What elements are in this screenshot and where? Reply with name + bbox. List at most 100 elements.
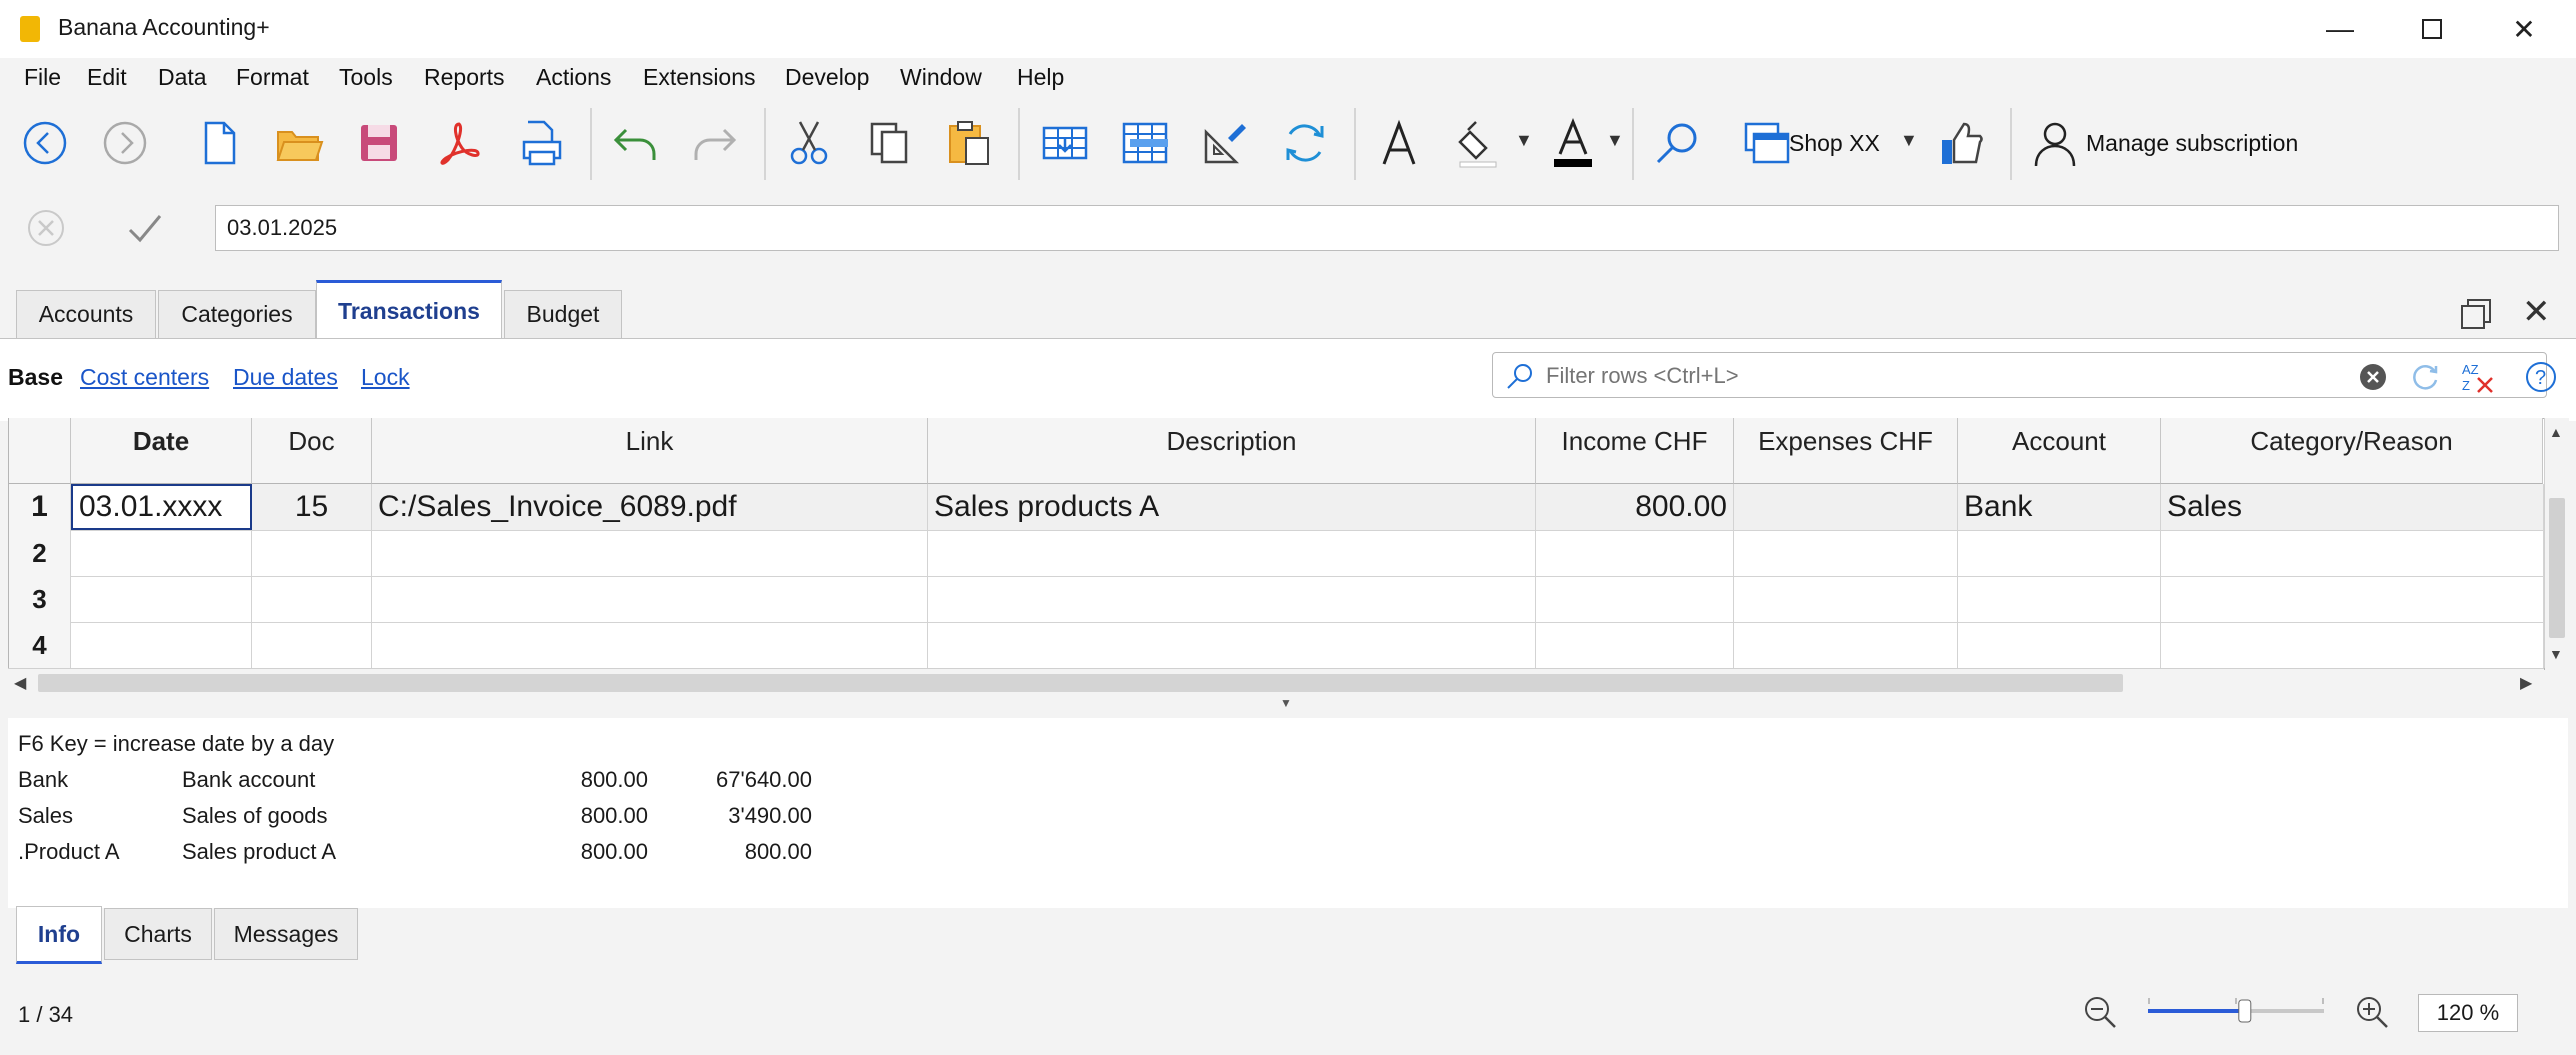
menu-actions[interactable]: Actions (536, 64, 611, 91)
tab-accounts[interactable]: Accounts (16, 290, 156, 338)
cell-description[interactable] (928, 622, 1536, 668)
cell-account[interactable]: Bank (1958, 484, 2161, 530)
tab-charts[interactable]: Charts (104, 908, 212, 960)
manage-subscription-label[interactable]: Manage subscription (2086, 130, 2298, 157)
column-header-account[interactable]: Account (1958, 418, 2161, 484)
forward-icon[interactable] (92, 110, 158, 176)
cell-account[interactable] (1958, 530, 2161, 576)
column-header-date[interactable]: Date (71, 418, 252, 484)
tab-categories[interactable]: Categories (158, 290, 316, 338)
zoom-in-icon[interactable] (2354, 994, 2390, 1030)
cell-date[interactable] (71, 622, 252, 668)
paste-icon[interactable] (936, 110, 1002, 176)
scroll-left-icon[interactable]: ◀ (14, 673, 26, 693)
horizontal-scroll-thumb[interactable] (38, 674, 2123, 692)
cell-link[interactable] (372, 576, 928, 622)
fill-color-icon[interactable] (1448, 110, 1514, 176)
cell-doc[interactable]: 15 (252, 484, 372, 530)
table-row[interactable]: 1 03.01.xxxx 15 C:/Sales_Invoice_6089.pd… (9, 484, 2544, 531)
cell-category[interactable]: Sales (2161, 484, 2544, 530)
tab-messages[interactable]: Messages (214, 908, 358, 960)
cell-expenses[interactable] (1734, 576, 1958, 622)
table-row[interactable]: 3 (9, 576, 2544, 623)
recalculate-icon[interactable] (1272, 110, 1338, 176)
column-header-expenses[interactable]: Expenses CHF (1734, 418, 1958, 484)
cell-doc[interactable] (252, 530, 372, 576)
help-icon[interactable]: ? (2524, 360, 2558, 394)
scroll-up-icon[interactable]: ▲ (2549, 424, 2563, 440)
shop-dropdown-icon[interactable]: ▼ (1900, 130, 1918, 151)
vertical-scrollbar[interactable]: ▲ ▼ (2544, 418, 2569, 668)
cell-category[interactable] (2161, 576, 2544, 622)
copy-icon[interactable] (856, 110, 922, 176)
sort-clear-icon[interactable]: AZ Z (2460, 360, 2496, 394)
cell-income[interactable] (1536, 530, 1734, 576)
column-header-description[interactable]: Description (928, 418, 1536, 484)
cell-description[interactable] (928, 530, 1536, 576)
cell-description[interactable] (928, 576, 1536, 622)
print-preview-icon[interactable] (508, 110, 574, 176)
menu-extensions[interactable]: Extensions (643, 64, 756, 91)
cancel-edit-icon[interactable] (26, 208, 66, 248)
cell-doc[interactable] (252, 576, 372, 622)
open-folder-icon[interactable] (266, 110, 332, 176)
splitter-handle-icon[interactable]: ▼ (1280, 696, 1292, 710)
thumbs-up-icon[interactable] (1928, 110, 1994, 176)
cell-link[interactable] (372, 622, 928, 668)
column-header-category[interactable]: Category/Reason (2161, 418, 2543, 484)
search-icon[interactable] (1644, 110, 1710, 176)
menu-reports[interactable]: Reports (424, 64, 505, 91)
minimize-icon[interactable]: — (2310, 8, 2370, 50)
column-header-doc[interactable]: Doc (252, 418, 372, 484)
shop-dropdown-label[interactable]: Shop XX (1789, 130, 1880, 157)
cell-account[interactable] (1958, 622, 2161, 668)
zoom-slider[interactable] (2148, 996, 2324, 1026)
cell-link[interactable] (372, 530, 928, 576)
menu-tools[interactable]: Tools (339, 64, 393, 91)
cell-category[interactable] (2161, 622, 2544, 668)
text-color-dropdown-icon[interactable]: ▼ (1606, 130, 1624, 151)
menu-help[interactable]: Help (1017, 64, 1064, 91)
cell-expenses[interactable] (1734, 484, 1958, 530)
menu-data[interactable]: Data (158, 64, 207, 91)
cell-link[interactable]: C:/Sales_Invoice_6089.pdf (372, 484, 928, 530)
clear-filter-icon[interactable] (2358, 362, 2388, 392)
tab-transactions[interactable]: Transactions (316, 280, 502, 340)
new-file-icon[interactable] (186, 110, 252, 176)
fill-color-dropdown-icon[interactable]: ▼ (1515, 130, 1533, 151)
menu-edit[interactable]: Edit (87, 64, 127, 91)
menu-format[interactable]: Format (236, 64, 309, 91)
horizontal-scrollbar[interactable]: ◀ ▶ (8, 668, 2544, 697)
cell-income[interactable] (1536, 622, 1734, 668)
text-color-icon[interactable] (1540, 110, 1606, 176)
cell-doc[interactable] (252, 622, 372, 668)
scroll-right-icon[interactable]: ▶ (2520, 673, 2532, 693)
pdf-icon[interactable] (426, 110, 492, 176)
vertical-scroll-thumb[interactable] (2549, 498, 2565, 638)
column-header-income[interactable]: Income CHF (1536, 418, 1734, 484)
cell-income[interactable] (1536, 576, 1734, 622)
subview-lock[interactable]: Lock (361, 364, 410, 391)
close-window-icon[interactable]: ✕ (2494, 8, 2554, 50)
cell-edit-input[interactable]: 03.01.2025 (215, 205, 2559, 251)
maximize-icon[interactable] (2402, 8, 2462, 50)
refresh-filter-icon[interactable] (2410, 362, 2440, 392)
zoom-out-icon[interactable] (2082, 994, 2118, 1030)
cell-date[interactable] (71, 530, 252, 576)
subview-cost-centers[interactable]: Cost centers (80, 364, 209, 391)
font-icon[interactable] (1366, 110, 1432, 176)
restore-panel-icon[interactable] (2458, 296, 2494, 332)
cell-category[interactable] (2161, 530, 2544, 576)
cell-date[interactable]: 03.01.xxxx (71, 484, 252, 530)
cell-expenses[interactable] (1734, 622, 1958, 668)
tab-budget[interactable]: Budget (504, 290, 622, 338)
cell-expenses[interactable] (1734, 530, 1958, 576)
close-panel-icon[interactable]: ✕ (2522, 292, 2551, 332)
tab-info[interactable]: Info (16, 906, 102, 964)
column-header-link[interactable]: Link (372, 418, 928, 484)
cell-description[interactable]: Sales products A (928, 484, 1536, 530)
cut-icon[interactable] (776, 110, 842, 176)
zoom-slider-thumb[interactable] (2238, 999, 2252, 1023)
table-row[interactable]: 2 (9, 530, 2544, 577)
user-icon[interactable] (2022, 110, 2088, 176)
